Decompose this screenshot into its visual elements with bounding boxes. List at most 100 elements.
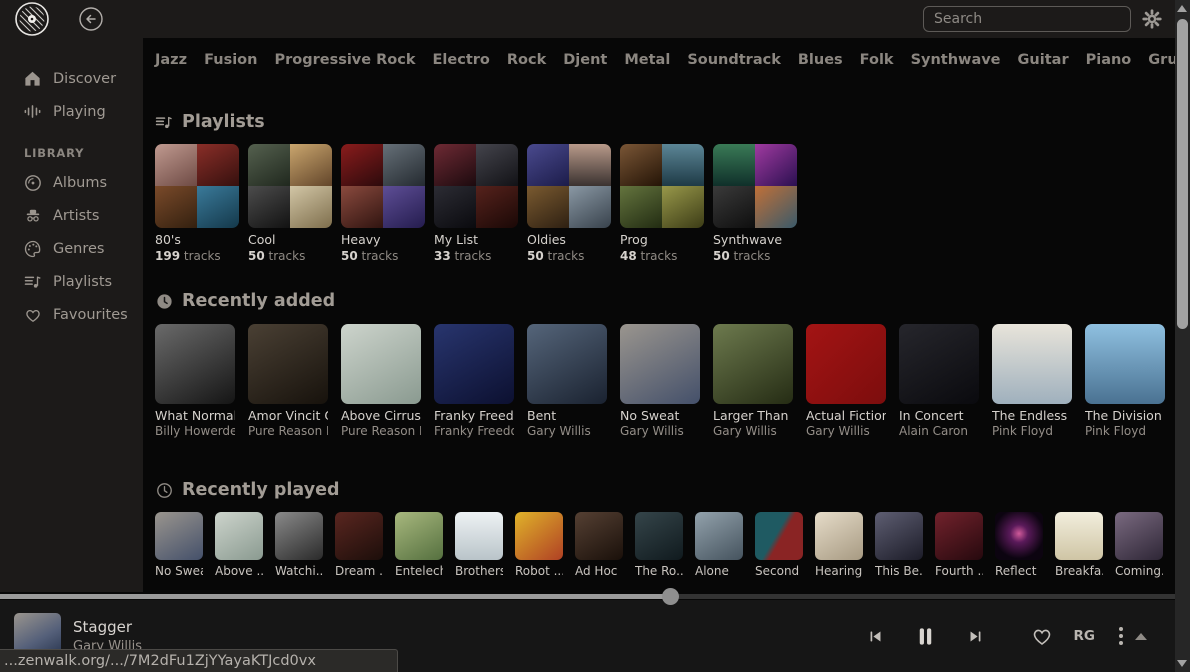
album-card-small[interactable]: This Be... xyxy=(875,512,923,578)
track-count-number: 48 xyxy=(620,249,637,263)
playlist-card[interactable]: Prog 48 tracks xyxy=(620,144,704,263)
genre-tab[interactable]: Synthwave xyxy=(911,52,1001,68)
album-card[interactable]: Actual Fiction Gary Willis xyxy=(806,324,886,438)
album-card-small[interactable]: The Ro... xyxy=(635,512,683,578)
playlist-name: Oldies xyxy=(527,232,611,247)
recently-added-title: Recently added xyxy=(182,291,335,311)
album-card-small[interactable]: Fourth ... xyxy=(935,512,983,578)
playlist-name: Prog xyxy=(620,232,704,247)
album-card[interactable]: Bent Gary Willis xyxy=(527,324,607,438)
seek-slider[interactable] xyxy=(0,592,1175,600)
sidebar-item-playing[interactable]: Playing xyxy=(0,95,143,128)
waveform-icon xyxy=(22,101,43,122)
search-input[interactable] xyxy=(923,6,1131,32)
album-card-small[interactable]: Second ... xyxy=(755,512,803,578)
sidebar-item-genres[interactable]: Genres xyxy=(0,232,143,265)
progress-thumb[interactable] xyxy=(662,588,679,605)
album-card-small[interactable]: Brothers xyxy=(455,512,503,578)
album-card-small[interactable]: No Sweat xyxy=(155,512,203,578)
album-card[interactable]: The Division B... Pink Floyd xyxy=(1085,324,1165,438)
player-controls: RG xyxy=(867,624,1147,648)
album-cover-art xyxy=(635,512,683,560)
genre-tab[interactable]: Electro xyxy=(433,52,490,68)
album-cover-art xyxy=(713,324,793,404)
genre-tab[interactable]: Rock xyxy=(507,52,546,68)
clock-outline-icon xyxy=(155,481,174,500)
album-card[interactable]: No Sweat Gary Willis xyxy=(620,324,700,438)
genre-tab[interactable]: Folk xyxy=(860,52,894,68)
genre-tab[interactable]: Djent xyxy=(563,52,607,68)
pause-button[interactable] xyxy=(914,625,937,648)
genre-tab[interactable]: Soundtrack xyxy=(687,52,781,68)
scrollbar-thumb[interactable] xyxy=(1177,19,1188,329)
genre-tab[interactable]: Progressive Rock xyxy=(274,52,415,68)
album-name: Watchi... xyxy=(275,564,323,578)
replaygain-button[interactable]: RG xyxy=(1074,628,1095,644)
recently-added-row: What Normal ... Billy Howerdel Amor Vinc… xyxy=(143,324,1175,438)
favourite-button[interactable] xyxy=(1030,624,1054,648)
playlist-card[interactable]: Synthwave 50 tracks xyxy=(713,144,797,263)
album-card-small[interactable]: Above ... xyxy=(215,512,263,578)
kebab-menu-icon[interactable] xyxy=(1117,625,1125,647)
album-card[interactable]: Larger Than Life Gary Willis xyxy=(713,324,793,438)
library-section-label: LIBRARY xyxy=(0,146,143,160)
scroll-down-icon[interactable] xyxy=(1177,660,1187,667)
genre-tab[interactable]: Guitar xyxy=(1018,52,1069,68)
genre-tab[interactable]: Metal xyxy=(624,52,670,68)
album-card-small[interactable]: Coming... xyxy=(1115,512,1163,578)
track-count-word: tracks xyxy=(269,249,306,263)
app-logo[interactable] xyxy=(14,1,50,37)
album-card[interactable]: Franky Freedom Franky Freedom xyxy=(434,324,514,438)
album-card-small[interactable]: Ad Hoc xyxy=(575,512,623,578)
page-scrollbar[interactable] xyxy=(1175,0,1190,672)
album-name: Breakfa... xyxy=(1055,564,1103,578)
section-playlists: Playlists 80's 199 tracks xyxy=(143,112,1175,263)
album-cover-art xyxy=(155,324,235,404)
skip-next-button[interactable] xyxy=(967,628,984,645)
skip-previous-button[interactable] xyxy=(867,628,884,645)
cover-art xyxy=(383,144,425,186)
album-card-small[interactable]: Dream ... xyxy=(335,512,383,578)
sidebar-item-favourites[interactable]: Favourites xyxy=(0,298,143,331)
playlist-name: Synthwave xyxy=(713,232,797,247)
album-card-small[interactable]: Reflect xyxy=(995,512,1043,578)
genre-tab[interactable]: Blues xyxy=(798,52,843,68)
cover-art xyxy=(620,144,662,186)
back-button[interactable] xyxy=(78,6,104,32)
album-cover-art xyxy=(455,512,503,560)
sidebar-item-albums[interactable]: Albums xyxy=(0,166,143,199)
album-card[interactable]: The Endless Ri... Pink Floyd xyxy=(992,324,1072,438)
playlist-track-count: 50 tracks xyxy=(713,249,797,263)
playlist-card[interactable]: 80's 199 tracks xyxy=(155,144,239,263)
chevron-up-icon[interactable] xyxy=(1135,633,1147,640)
sidebar-item-playlists[interactable]: Playlists xyxy=(0,265,143,298)
genre-tab[interactable]: Fusion xyxy=(204,52,257,68)
genre-tab[interactable]: Piano xyxy=(1086,52,1132,68)
album-card[interactable]: Above Cirrus Pure Reason R... xyxy=(341,324,421,438)
album-card-small[interactable]: Robot ... xyxy=(515,512,563,578)
scroll-up-icon[interactable] xyxy=(1177,5,1187,12)
track-count-word: tracks xyxy=(184,249,221,263)
playlist-track-count: 50 tracks xyxy=(341,249,425,263)
link-preview-text: ...zenwalk.org/.../7M2dFu1ZjYYayaKTJcd0v… xyxy=(4,653,316,669)
album-cover-art xyxy=(248,324,328,404)
album-card-small[interactable]: Hearing... xyxy=(815,512,863,578)
playlist-card[interactable]: Cool 50 tracks xyxy=(248,144,332,263)
playlist-card[interactable]: Oldies 50 tracks xyxy=(527,144,611,263)
album-card-small[interactable]: Alone xyxy=(695,512,743,578)
album-card-small[interactable]: Entelechy xyxy=(395,512,443,578)
album-card-small[interactable]: Breakfa... xyxy=(1055,512,1103,578)
album-card-small[interactable]: Watchi... xyxy=(275,512,323,578)
playlist-card[interactable]: Heavy 50 tracks xyxy=(341,144,425,263)
sidebar-item-discover[interactable]: Discover xyxy=(0,62,143,95)
album-card[interactable]: Amor Vincit O... Pure Reason R... xyxy=(248,324,328,438)
sidebar-item-artists[interactable]: Artists xyxy=(0,199,143,232)
genre-tab[interactable]: Grunge xyxy=(1148,52,1175,68)
album-card[interactable]: In Concert Alain Caron xyxy=(899,324,979,438)
cover-art xyxy=(569,144,611,186)
track-count-number: 33 xyxy=(434,249,451,263)
album-card[interactable]: What Normal ... Billy Howerdel xyxy=(155,324,235,438)
gear-icon[interactable] xyxy=(1141,8,1163,30)
genre-tab[interactable]: Jazz xyxy=(155,52,187,68)
playlist-card[interactable]: My List 33 tracks xyxy=(434,144,518,263)
